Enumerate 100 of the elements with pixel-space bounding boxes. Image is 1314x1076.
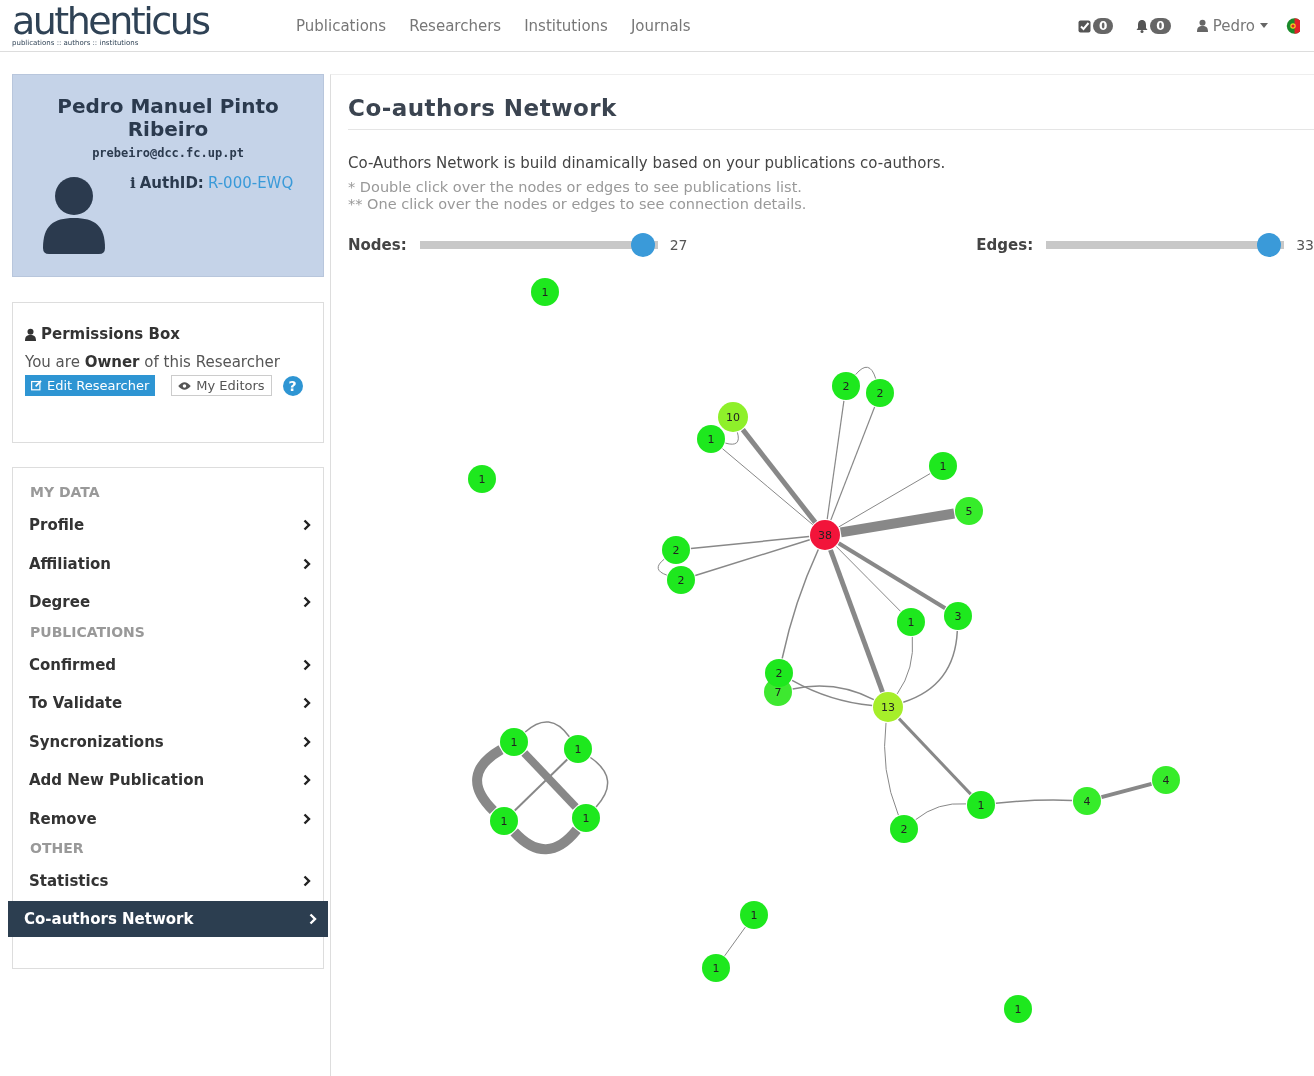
graph-edge[interactable]: [915, 803, 967, 821]
graph-node[interactable]: 1: [929, 452, 957, 480]
graph-node[interactable]: 1: [697, 425, 725, 453]
graph-node[interactable]: 5: [955, 497, 983, 525]
graph-node[interactable]: 2: [832, 372, 860, 400]
graph-edge[interactable]: [837, 541, 947, 610]
eye-icon: [178, 381, 192, 390]
slider-label: Edges:: [976, 236, 1034, 254]
sidebar-item[interactable]: Affiliation: [13, 544, 323, 583]
hint-text: * Double click over the nodes or edges to see publications list.: [348, 179, 803, 195]
chevron-icon: [303, 658, 311, 671]
graph-node[interactable]: 1: [572, 804, 600, 832]
graph-edge[interactable]: [896, 636, 914, 695]
graph-edge[interactable]: [830, 406, 876, 521]
graph-node[interactable]: 1: [702, 954, 730, 982]
ownership-text: You are Owner of this Researcher: [25, 353, 281, 371]
graph-node[interactable]: 2: [765, 659, 793, 687]
graph-edge[interactable]: [839, 508, 955, 538]
sidebar-item[interactable]: Statistics: [13, 862, 323, 901]
user-icon: [1196, 19, 1208, 32]
graph-node[interactable]: 2: [667, 566, 695, 594]
graph-edge[interactable]: [781, 548, 820, 660]
slider-label: Nodes:: [348, 236, 407, 254]
nav-link[interactable]: Institutions: [524, 16, 608, 35]
graph-edge[interactable]: [838, 473, 931, 528]
graph-node[interactable]: 3: [944, 602, 972, 630]
graph-edge[interactable]: [835, 545, 901, 612]
graph-edge[interactable]: [510, 826, 581, 855]
notifications-count-badge: 0: [1150, 17, 1171, 34]
graph-edge[interactable]: [690, 535, 810, 550]
graph-edge[interactable]: [902, 630, 959, 703]
tasks-count-badge: 0: [1093, 17, 1114, 34]
graph-edge[interactable]: [897, 717, 972, 796]
chevron-icon: [303, 557, 311, 570]
chevron-icon: [303, 596, 311, 609]
sidebar-item[interactable]: Remove: [13, 799, 323, 838]
checkbox-icon[interactable]: [1078, 18, 1092, 33]
slider-thumb[interactable]: [630, 233, 655, 257]
graph-edge[interactable]: [884, 722, 899, 816]
description-text: Co-Authors Network is build dinamically based on your publications co-authors.: [348, 154, 947, 172]
info-icon: i: [130, 174, 136, 192]
graph-edge[interactable]: [724, 431, 739, 445]
sidebar-item[interactable]: Add New Publication: [13, 761, 323, 800]
graph-edge[interactable]: [589, 756, 609, 808]
chevron-icon: [303, 697, 311, 710]
my-editors-button[interactable]: My Editors: [171, 375, 272, 396]
user-menu[interactable]: Pedro: [1196, 16, 1268, 35]
graph-node[interactable]: 10: [718, 402, 748, 432]
permissions-title: Permissions Box: [41, 325, 180, 343]
graph-edge[interactable]: [828, 549, 885, 693]
graph-edge[interactable]: [791, 679, 873, 707]
researcher-email: prebeiro@dcc.fc.up.pt: [91, 146, 245, 160]
bell-icon[interactable]: [1135, 18, 1150, 33]
sidebar-item[interactable]: Degree: [13, 583, 323, 622]
network-graph-canvas[interactable]: 1 1 10 1 2 2 1 5 38 2 2 1 3 7 2 13 1 1 1 1 1 2 4 4 1 1 1: [331, 267, 1302, 1047]
nav-link[interactable]: Publications: [296, 16, 387, 35]
graph-edge[interactable]: [724, 926, 746, 957]
graph-node[interactable]: 4: [1152, 766, 1180, 794]
graph-node[interactable]: 1: [564, 735, 592, 763]
slider-value: 33: [1296, 237, 1314, 253]
graph-node[interactable]: 1: [468, 465, 496, 493]
sidebar-item[interactable]: Confirmed: [13, 645, 323, 684]
authid-label: AuthID:: [139, 174, 204, 192]
graph-edge[interactable]: [740, 428, 818, 524]
nav-link[interactable]: Researchers: [409, 16, 502, 35]
graph-node[interactable]: 2: [866, 379, 894, 407]
graph-edge[interactable]: [826, 400, 845, 520]
sidebar-item[interactable]: Co-authors Network: [8, 900, 328, 937]
graph-node[interactable]: 1: [490, 807, 518, 835]
sidebar-item[interactable]: Syncronizations: [13, 722, 323, 761]
menu-section-title: OTHER: [29, 839, 85, 858]
graph-node[interactable]: 2: [890, 815, 918, 843]
graph-node[interactable]: 1: [1004, 995, 1032, 1023]
sidebar-item[interactable]: To Validate: [13, 684, 323, 723]
graph-edge[interactable]: [855, 366, 877, 380]
graph-edge[interactable]: [472, 745, 504, 814]
graph-edge[interactable]: [995, 799, 1073, 805]
edit-icon: [31, 380, 42, 391]
slider-thumb[interactable]: [1257, 233, 1282, 257]
chevron-icon: [303, 812, 311, 825]
nav-link[interactable]: Journals: [630, 16, 691, 35]
graph-edge[interactable]: [722, 448, 814, 526]
graph-node[interactable]: 1: [897, 608, 925, 636]
graph-node[interactable]: 1: [967, 791, 995, 819]
graph-node[interactable]: 13: [873, 692, 903, 722]
caret-icon: [1260, 23, 1268, 28]
sidebar-item[interactable]: Profile: [13, 506, 323, 545]
graph-edge[interactable]: [1101, 781, 1152, 800]
graph-edge[interactable]: [657, 558, 668, 576]
graph-edge[interactable]: [791, 685, 875, 701]
graph-node[interactable]: 2: [662, 536, 690, 564]
graph-node[interactable]: 4: [1073, 787, 1101, 815]
graph-node[interactable]: 38: [810, 520, 840, 550]
graph-node[interactable]: 1: [740, 901, 768, 929]
graph-node[interactable]: 1: [500, 728, 528, 756]
graph-edge[interactable]: [524, 721, 571, 738]
graph-node[interactable]: 1: [531, 278, 559, 306]
menu-section-title: MY DATA: [29, 483, 101, 502]
graph-edge[interactable]: [694, 539, 811, 577]
graph-edge[interactable]: [513, 758, 569, 812]
